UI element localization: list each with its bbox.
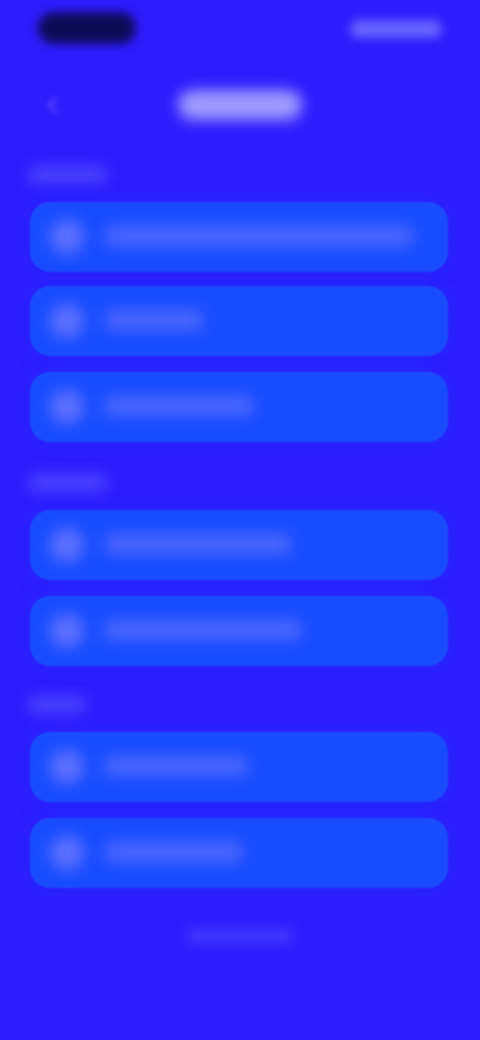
settings-list-item[interactable]	[30, 818, 448, 888]
section-label	[28, 696, 86, 714]
page-title	[178, 90, 302, 120]
item-icon	[50, 528, 84, 562]
settings-list-item[interactable]	[30, 732, 448, 802]
status-bar	[30, 12, 450, 46]
status-time-pill	[38, 12, 136, 44]
item-icon	[50, 304, 84, 338]
settings-list-item[interactable]	[30, 510, 448, 580]
footer-text	[186, 928, 294, 944]
item-label	[104, 620, 302, 640]
settings-list-item[interactable]	[30, 202, 448, 272]
settings-list-item[interactable]	[30, 372, 448, 442]
back-arrow-icon[interactable]	[42, 94, 64, 116]
item-label	[104, 396, 254, 416]
page-header	[0, 82, 480, 122]
item-label	[104, 534, 292, 554]
status-indicators	[350, 20, 442, 38]
item-label	[104, 226, 414, 246]
item-icon	[50, 750, 84, 784]
section-label	[28, 166, 108, 184]
item-icon	[50, 614, 84, 648]
item-label	[104, 842, 244, 862]
settings-list-item[interactable]	[30, 596, 448, 666]
item-label	[104, 310, 204, 330]
settings-list-item[interactable]	[30, 286, 448, 356]
item-icon	[50, 390, 84, 424]
item-icon	[50, 220, 84, 254]
section-label	[28, 474, 108, 492]
item-icon	[50, 836, 84, 870]
item-label	[104, 756, 248, 776]
